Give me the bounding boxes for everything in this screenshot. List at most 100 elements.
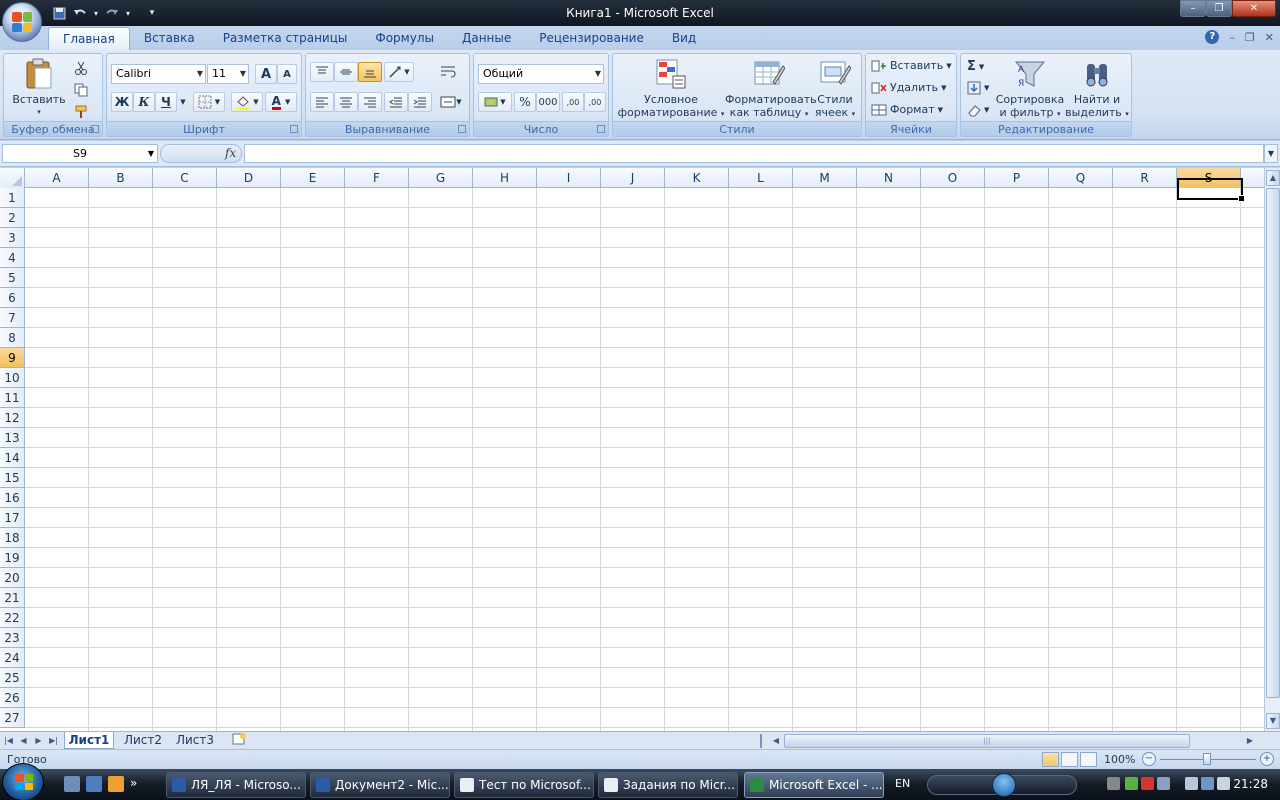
column-header-Q[interactable]: Q — [1049, 168, 1113, 188]
fill-button[interactable]: ▼ — [967, 81, 989, 95]
row-header-22[interactable]: 22 — [0, 608, 25, 628]
cell-styles-button[interactable]: Стили ячеек ▾ — [811, 58, 859, 121]
scroll-left-icon[interactable]: ◀ — [770, 734, 782, 748]
sheet-tab-3[interactable]: Лист3 — [170, 732, 220, 749]
taskbar-button-5[interactable]: Microsoft Excel - ... — [744, 772, 884, 798]
workbook-restore-button[interactable]: ❐ — [1245, 31, 1255, 44]
scroll-down-icon[interactable]: ▼ — [1266, 713, 1280, 729]
column-header-F[interactable]: F — [345, 168, 409, 188]
play-icon[interactable] — [992, 773, 1016, 797]
format-cells-button[interactable]: Формат ▼ — [871, 103, 943, 116]
clear-button[interactable]: ▼ — [967, 103, 989, 117]
column-header-P[interactable]: P — [985, 168, 1049, 188]
row-header-26[interactable]: 26 — [0, 688, 25, 708]
insert-function-icon[interactable]: fx — [225, 146, 236, 160]
next-sheet-icon[interactable]: ▶ — [32, 733, 45, 748]
column-header-B[interactable]: B — [89, 168, 153, 188]
format-as-table-button[interactable]: Форматировать как таблицу ▾ — [725, 58, 817, 121]
paste-button[interactable]: Вставить ▾ — [10, 58, 68, 118]
close-button[interactable]: ✕ — [1232, 0, 1276, 17]
row-header-14[interactable]: 14 — [0, 448, 25, 468]
format-painter-icon[interactable] — [70, 102, 92, 122]
row-header-12[interactable]: 12 — [0, 408, 25, 428]
orientation-icon[interactable]: ▼ — [384, 62, 414, 82]
taskbar-button-3[interactable]: Тест по Microsof... — [454, 772, 594, 798]
accounting-format-icon[interactable]: ▼ — [478, 92, 512, 112]
column-header-R[interactable]: R — [1113, 168, 1177, 188]
row-header-19[interactable]: 19 — [0, 548, 25, 568]
row-header-3[interactable]: 3 — [0, 228, 25, 248]
column-header-H[interactable]: H — [473, 168, 537, 188]
clipboard-launcher-icon[interactable] — [91, 125, 99, 133]
alignment-launcher-icon[interactable] — [458, 125, 466, 133]
column-header-N[interactable]: N — [857, 168, 921, 188]
column-header-A[interactable]: A — [25, 168, 89, 188]
sheet-tab-2[interactable]: Лист2 — [118, 732, 168, 749]
align-top-icon[interactable] — [310, 62, 334, 82]
row-header-8[interactable]: 8 — [0, 328, 25, 348]
conditional-formatting-button[interactable]: Условное форматирование ▾ — [617, 58, 725, 121]
row-header-5[interactable]: 5 — [0, 268, 25, 288]
tab-page-layout[interactable]: Разметка страницы — [209, 27, 362, 50]
tray-chevron-icon[interactable] — [1107, 777, 1120, 790]
underline-button[interactable]: Ч — [155, 92, 177, 112]
tab-review[interactable]: Рецензирование — [525, 27, 658, 50]
zoom-level[interactable]: 100% — [1104, 753, 1135, 766]
column-header-D[interactable]: D — [217, 168, 281, 188]
row-header-1[interactable]: 1 — [0, 188, 25, 208]
row-header-18[interactable]: 18 — [0, 528, 25, 548]
tab-view[interactable]: Вид — [658, 27, 710, 50]
help-icon[interactable]: ? — [1205, 30, 1220, 44]
workbook-close-button[interactable]: ✕ — [1265, 31, 1274, 44]
scroll-right-icon[interactable]: ▶ — [1244, 734, 1256, 748]
column-header-G[interactable]: G — [409, 168, 473, 188]
row-header-24[interactable]: 24 — [0, 648, 25, 668]
cell-area[interactable] — [25, 188, 1264, 731]
expand-formula-bar-icon[interactable]: ▼ — [1264, 144, 1278, 163]
font-size-combo[interactable]: 11 ▼ — [207, 64, 249, 84]
row-header-16[interactable]: 16 — [0, 488, 25, 508]
page-break-view-icon[interactable] — [1080, 752, 1097, 767]
quick-launch-more-icon[interactable]: » — [130, 776, 140, 792]
column-header-O[interactable]: O — [921, 168, 985, 188]
italic-button[interactable]: К — [133, 92, 155, 112]
zoom-in-icon[interactable]: + — [1260, 752, 1274, 766]
tray-device-icon[interactable] — [1185, 777, 1198, 790]
column-header-K[interactable]: K — [665, 168, 729, 188]
grow-font-button[interactable]: A — [255, 64, 277, 84]
row-header-25[interactable]: 25 — [0, 668, 25, 688]
sheet-tab-1[interactable]: Лист1 — [64, 732, 114, 749]
autosum-button[interactable]: Σ ▼ — [967, 59, 984, 74]
row-header-11[interactable]: 11 — [0, 388, 25, 408]
active-cell-S9[interactable] — [1177, 178, 1245, 202]
tab-formulas[interactable]: Формулы — [361, 27, 448, 50]
volume-icon[interactable] — [1217, 777, 1230, 790]
decrease-indent-icon[interactable] — [384, 92, 408, 112]
zoom-slider-thumb[interactable] — [1203, 753, 1211, 765]
thousands-separator-button[interactable]: 000 — [536, 92, 560, 112]
align-right-icon[interactable] — [358, 92, 382, 112]
align-center-icon[interactable] — [334, 92, 358, 112]
column-header-E[interactable]: E — [281, 168, 345, 188]
column-header-I[interactable]: I — [537, 168, 601, 188]
row-header-9[interactable]: 9 — [0, 348, 25, 368]
select-all-button[interactable] — [0, 168, 25, 188]
insert-sheet-icon[interactable] — [226, 732, 254, 749]
language-indicator[interactable]: EN — [895, 777, 910, 790]
decrease-decimal-button[interactable]: ,00 — [584, 92, 606, 112]
number-launcher-icon[interactable] — [597, 125, 605, 133]
last-sheet-icon[interactable]: ▶| — [47, 733, 60, 748]
number-format-combo[interactable]: Общий ▼ — [478, 64, 604, 84]
first-sheet-icon[interactable]: |◀ — [2, 733, 15, 748]
horizontal-scrollbar[interactable]: ◀ ||| ▶ — [760, 733, 1280, 749]
row-header-13[interactable]: 13 — [0, 428, 25, 448]
row-header-21[interactable]: 21 — [0, 588, 25, 608]
row-header-2[interactable]: 2 — [0, 208, 25, 228]
increase-decimal-button[interactable]: ,00 — [562, 92, 584, 112]
align-middle-icon[interactable] — [334, 62, 358, 82]
row-header-10[interactable]: 10 — [0, 368, 25, 388]
switch-windows-icon[interactable] — [86, 776, 102, 792]
column-header-J[interactable]: J — [601, 168, 665, 188]
page-layout-view-icon[interactable] — [1061, 752, 1078, 767]
insert-cells-button[interactable]: Вставить ▼ — [871, 59, 952, 72]
